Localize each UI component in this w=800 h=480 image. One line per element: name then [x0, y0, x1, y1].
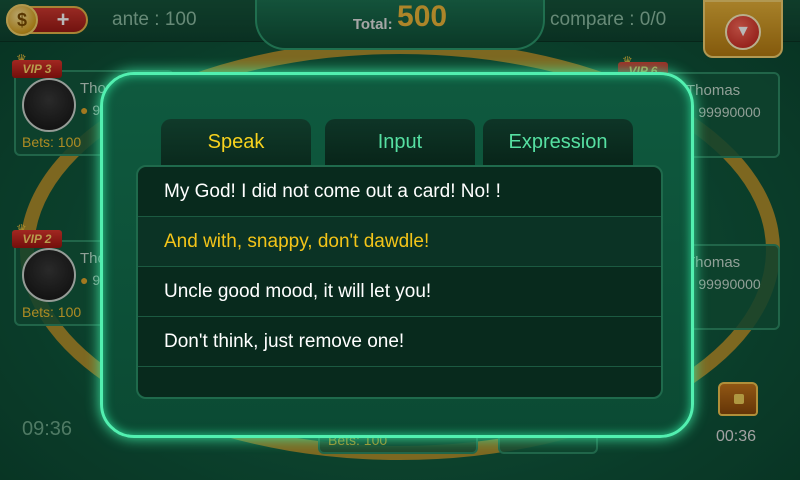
dialog-tabs: Speak Input Expression [161, 119, 641, 165]
chat-dialog: Speak Input Expression My God! I did not… [100, 72, 694, 438]
tab-input[interactable]: Input [325, 119, 475, 165]
phrase-item[interactable]: Don't think, just remove one! [138, 317, 661, 367]
tab-expression[interactable]: Expression [483, 119, 633, 165]
phrase-item[interactable]: My God! I did not come out a card! No! ! [138, 167, 661, 217]
phrase-item-selected[interactable]: And with, snappy, don't dawdle! [138, 217, 661, 267]
tab-speak[interactable]: Speak [161, 119, 311, 165]
phrase-item[interactable]: Uncle good mood, it will let you! [138, 267, 661, 317]
phrase-list: My God! I did not come out a card! No! !… [136, 165, 663, 399]
